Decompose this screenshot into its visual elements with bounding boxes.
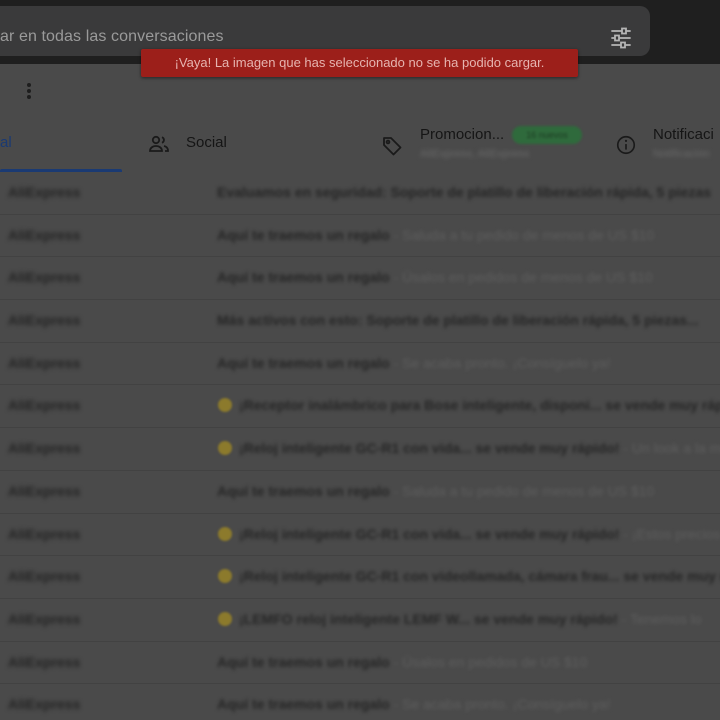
email-row[interactable]: AliExpress Aquí te traemos un regalo - Se… [0,343,720,386]
email-subject: ¡Reloj inteligente GC-R1 con vida... se … [239,526,720,542]
email-row[interactable]: AliExpress ¡LEMFO reloj inteligente LEMF … [0,599,720,642]
tab-notificaciones[interactable]: Notificaci Notificacion [614,120,720,172]
tab-principal[interactable]: al [0,120,122,172]
email-subject-text: Aquí te traemos un regalo [217,269,390,286]
email-row[interactable]: AliExpress Más activos con esto: Soporte … [0,300,720,343]
people-icon [149,135,169,152]
info-icon [616,135,636,155]
email-snippet: - Se acaba pronto. ¡Consíguelo ya! [389,354,611,371]
email-row[interactable]: AliExpress Aquí te traemos un regalo - Ús… [0,257,720,301]
tag-icon [383,137,402,156]
email-row[interactable]: AliExpress Evaluamos en seguridad: Soport… [0,172,720,215]
email-snippet: - ¡Estos precios [619,525,720,542]
emoji-icon [218,398,232,413]
email-subject: Aquí te traemos un regalo - Saluda a tu … [217,483,654,499]
email-subject: ¡Reloj inteligente GC-R1 con videollamad… [239,568,720,584]
tab-social[interactable]: Social [140,120,360,172]
email-row[interactable]: AliExpress ¡Reloj inteligente GC-R1 con v… [0,514,720,557]
email-sender: AliExpress [8,269,81,286]
tune-icon[interactable] [609,26,633,50]
email-subject-text: Aquí te traemos un regalo [217,482,390,499]
email-subject: Aquí te traemos un regalo - Saluda a tu … [217,227,654,243]
tab-subtext: AliExpress, AliExpress [420,148,530,160]
email-snippet: - Tenemos lo [617,610,702,627]
email-sender: AliExpress [8,482,81,499]
email-sender: AliExpress [8,184,81,200]
search-input[interactable]: ar en todas las conversaciones [0,28,224,46]
email-subject: ¡Reloj inteligente GC-R1 con vida... se … [239,440,720,456]
email-sender: AliExpress [8,568,81,585]
email-row[interactable]: AliExpress ¡Reloj inteligente GC-R1 con v… [0,556,720,599]
email-subject: Aquí te traemos un regalo - Úsalos en pe… [217,654,587,670]
email-subject-text: Más activos con esto: Soporte de platill… [217,312,699,329]
email-sender: AliExpress [8,653,81,670]
email-subject: ¡Receptor inalámbrico para Bose intelige… [239,397,720,413]
email-snippet: - Saluda a tu pedido de menos de US $10 [389,226,655,243]
email-sender: AliExpress [8,696,81,713]
emoji-icon [218,526,232,541]
email-subject: Más activos con esto: Soporte de platill… [217,312,699,328]
email-sender: AliExpress [8,397,81,414]
error-toast: ¡Vaya! La imagen que has seleccionado no… [141,49,578,77]
email-sender: AliExpress [8,354,81,371]
tab-subtext: Notificacion [653,148,710,160]
email-subject-text: ¡Reloj inteligente GC-R1 con vida... se … [239,525,620,542]
email-subject-text: Aquí te traemos un regalo [217,354,390,371]
tab-promociones[interactable]: Promocion... 16 nuevos AliExpress, AliEx… [380,120,600,172]
email-row[interactable]: AliExpress ¡Receptor inalámbrico para Bos… [0,385,720,429]
email-sender: AliExpress [8,610,81,627]
email-row[interactable]: AliExpress Aquí te traemos un regalo - Sa… [0,215,720,258]
email-snippet: - Saluda a tu pedido de menos de US $10 [389,482,655,499]
tab-label: Social [186,134,227,151]
email-snippet: - Úsalos en pedidos de menos de US $10 [389,269,653,286]
more-options-icon[interactable] [19,81,39,101]
email-sender: AliExpress [8,525,81,542]
email-subject: ¡LEMFO reloj inteligente LEMF W... se ve… [239,611,702,627]
tab-label: Promocion... [420,126,505,143]
email-subject-text: ¡LEMFO reloj inteligente LEMF W... se ve… [239,610,618,627]
email-subject-text: Evaluamos en seguridad: Soporte de plati… [217,184,712,200]
email-subject: Aquí te traemos un regalo - Úsalos en pe… [217,269,653,285]
email-subject: Evaluamos en seguridad: Soporte de plati… [217,184,711,200]
email-sender: AliExpress [8,440,81,457]
tab-label: al [0,134,12,151]
email-list: AliExpress Evaluamos en seguridad: Soport… [0,172,720,720]
email-row[interactable]: AliExpress Aquí te traemos un regalo - Se… [0,684,720,720]
emoji-icon [218,611,232,626]
new-count-badge: 16 nuevos [512,126,582,144]
email-subject-text: Aquí te traemos un regalo [217,226,390,243]
email-subject-text: ¡Receptor inalámbrico para Bose intelige… [239,397,720,414]
category-tabs: al Social Promocion... 16 nuevos AliExpr… [0,120,720,172]
email-subject-text: ¡Reloj inteligente GC-R1 con videollamad… [239,568,720,585]
email-sender: AliExpress [8,226,81,243]
emoji-icon [218,569,232,584]
email-sender: AliExpress [8,312,81,329]
emoji-icon [218,441,232,456]
email-subject-text: ¡Reloj inteligente GC-R1 con vida... se … [239,440,620,457]
email-row[interactable]: AliExpress Aquí te traemos un regalo - Ús… [0,642,720,685]
email-subject: Aquí te traemos un regalo - Se acaba pro… [217,696,611,712]
email-snippet: - Úsalos en pedidos de US $10 [389,653,588,670]
error-message: ¡Vaya! La imagen que has seleccionado no… [174,55,545,70]
email-subject-text: Aquí te traemos un regalo [217,653,390,670]
email-snippet: - Un look a la moda [623,440,720,457]
email-row[interactable]: AliExpress Aquí te traemos un regalo - Sa… [0,471,720,514]
email-row[interactable]: AliExpress ¡Reloj inteligente GC-R1 con v… [0,428,720,471]
tab-label: Notificaci [653,126,714,143]
email-subject: Aquí te traemos un regalo - Se acaba pro… [217,355,611,371]
email-subject-text: Aquí te traemos un regalo [217,696,390,713]
email-snippet: - Se acaba pronto. ¡Consíguelo ya! [389,696,611,713]
mail-list-area: al Social Promocion... 16 nuevos AliExpr… [0,64,720,720]
